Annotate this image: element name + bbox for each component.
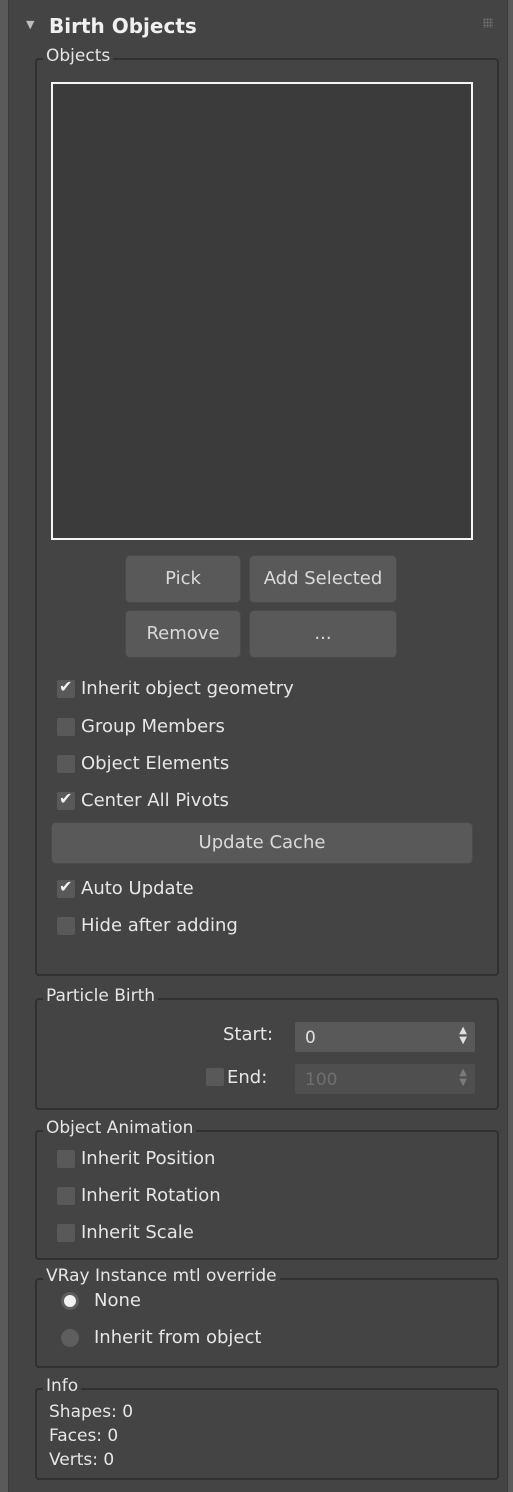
end-checkbox[interactable] <box>206 1068 224 1086</box>
info-label: Info <box>43 1376 82 1396</box>
end-value: 100 <box>305 1070 338 1090</box>
inherit-geometry-checkbox[interactable]: ✔ <box>57 677 75 698</box>
inherit-rotation-label: Inherit Rotation <box>81 1185 221 1206</box>
object-elements-checkbox[interactable] <box>57 755 75 773</box>
objects-list[interactable] <box>51 82 473 540</box>
add-selected-button[interactable]: Add Selected <box>249 555 397 603</box>
update-cache-button[interactable]: Update Cache <box>51 822 473 864</box>
drag-grip-icon[interactable] <box>483 18 493 28</box>
start-value: 0 <box>305 1028 316 1048</box>
center-all-pivots-checkbox[interactable]: ✔ <box>57 789 75 810</box>
rollout-title: Birth Objects <box>49 14 197 38</box>
add-selected-button-label: Add Selected <box>263 568 383 589</box>
spinner-arrows-icon[interactable]: ▲ ▼ <box>459 1026 467 1046</box>
check-mark-icon: ✔ <box>59 677 73 696</box>
auto-update-checkbox[interactable]: ✔ <box>57 877 75 898</box>
center-all-pivots-label: Center All Pivots <box>81 790 229 811</box>
inherit-scale-checkbox[interactable] <box>57 1224 75 1242</box>
spinner-arrows-icon[interactable]: ▲ ▼ <box>459 1068 467 1088</box>
inherit-rotation-checkbox[interactable] <box>57 1187 75 1205</box>
inherit-scale-label: Inherit Scale <box>81 1222 194 1243</box>
inherit-from-object-radio[interactable] <box>61 1329 79 1347</box>
birth-objects-panel: ▼ Birth Objects Objects Pick Add Selecte… <box>8 0 508 1492</box>
hide-after-adding-label: Hide after adding <box>81 915 238 936</box>
end-label: End: <box>227 1067 268 1088</box>
end-spinner[interactable]: 100 ▲ ▼ <box>295 1064 475 1094</box>
more-options-button[interactable]: ... <box>249 610 397 658</box>
none-radio[interactable] <box>61 1292 79 1310</box>
more-options-button-label: ... <box>314 623 332 644</box>
hide-after-adding-checkbox[interactable] <box>57 917 75 935</box>
start-spinner[interactable]: 0 ▲ ▼ <box>295 1022 475 1052</box>
group-members-label: Group Members <box>81 716 225 737</box>
verts-count: Verts: 0 <box>49 1450 115 1470</box>
shapes-count: Shapes: 0 <box>49 1402 134 1422</box>
objects-group-label: Objects <box>43 46 114 66</box>
none-radio-label: None <box>94 1290 141 1311</box>
pick-button-label: Pick <box>165 568 201 589</box>
faces-count: Faces: 0 <box>49 1426 119 1446</box>
start-label: Start: <box>223 1024 274 1045</box>
check-mark-icon: ✔ <box>59 789 73 808</box>
inherit-geometry-label: Inherit object geometry <box>81 678 294 699</box>
group-members-checkbox[interactable] <box>57 718 75 736</box>
object-animation-label: Object Animation <box>43 1118 197 1138</box>
remove-button[interactable]: Remove <box>125 610 241 658</box>
vray-override-label: VRay Instance mtl override <box>43 1266 280 1286</box>
remove-button-label: Remove <box>146 623 220 644</box>
collapse-arrow-icon[interactable]: ▼ <box>26 18 34 31</box>
object-elements-label: Object Elements <box>81 753 230 774</box>
particle-birth-label: Particle Birth <box>43 986 159 1006</box>
check-mark-icon: ✔ <box>59 877 73 896</box>
pick-button[interactable]: Pick <box>125 555 241 603</box>
auto-update-label: Auto Update <box>81 878 194 899</box>
inherit-position-checkbox[interactable] <box>57 1150 75 1168</box>
inherit-position-label: Inherit Position <box>81 1148 216 1169</box>
inherit-from-object-label: Inherit from object <box>94 1327 262 1348</box>
update-cache-label: Update Cache <box>198 832 326 853</box>
